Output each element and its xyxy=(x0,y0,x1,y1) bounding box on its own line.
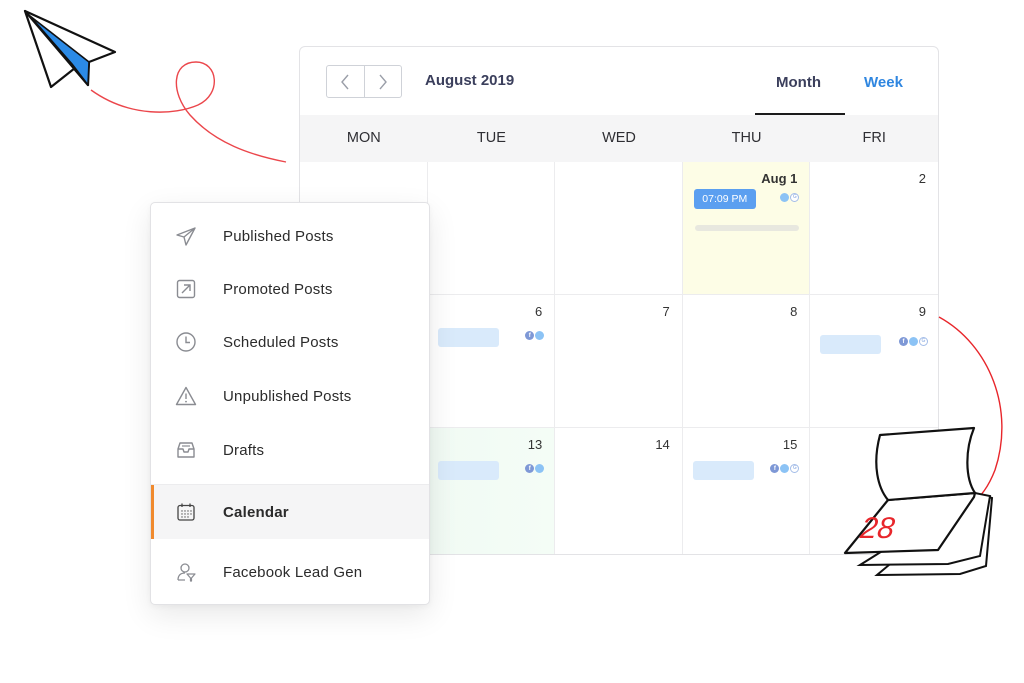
google-icon: G xyxy=(790,464,800,473)
day-number: 15 xyxy=(782,437,798,452)
scheduled-post-chip[interactable] xyxy=(437,461,499,480)
twitter-icon xyxy=(780,464,790,473)
scheduled-post-time-chip[interactable]: 07:09 PM xyxy=(693,189,756,209)
twitter-icon xyxy=(780,193,790,202)
paper-plane-icon xyxy=(174,224,198,248)
menu-item-calendar[interactable]: Calendar xyxy=(151,485,429,539)
calendar-day-cell[interactable]: 14 xyxy=(555,428,683,554)
menu-item-label: Promoted Posts xyxy=(223,280,333,298)
calendar-day-cell[interactable]: 7 xyxy=(555,295,683,427)
warning-icon xyxy=(174,384,198,408)
weekday-label: TUE xyxy=(476,130,506,146)
weekday-header: MON TUE WED THU FRI xyxy=(300,115,938,162)
calendar-day-cell[interactable] xyxy=(555,162,683,294)
day-number: 6 xyxy=(534,304,543,319)
twitter-icon xyxy=(535,331,545,340)
menu-item-label: Calendar xyxy=(223,503,289,521)
chevron-left-icon xyxy=(341,74,349,89)
twitter-icon xyxy=(535,464,545,473)
current-month-label: August 2019 xyxy=(425,72,515,89)
menu-item-published-posts[interactable]: Published Posts xyxy=(151,209,429,263)
day-number: 7 xyxy=(662,304,670,319)
facebook-icon: f xyxy=(525,331,535,340)
menu-item-facebook-lead-gen[interactable]: Facebook Lead Gen xyxy=(151,545,429,599)
post-network-icons: G xyxy=(780,193,800,202)
posts-menu: Published Posts Promoted Posts Scheduled P… xyxy=(150,202,430,605)
menu-item-promoted-posts[interactable]: Promoted Posts xyxy=(151,262,429,316)
arrow-up-right-box-icon xyxy=(174,277,198,301)
post-preview-placeholder xyxy=(694,225,799,231)
menu-item-label: Drafts xyxy=(223,441,265,459)
menu-item-unpublished-posts[interactable]: Unpublished Posts xyxy=(151,369,429,423)
chevron-right-icon xyxy=(379,74,387,89)
next-month-button[interactable] xyxy=(363,66,402,97)
weekday-label: WED xyxy=(602,130,636,146)
calendar-day-cell[interactable]: 15 f G xyxy=(683,428,811,554)
month-navigation xyxy=(326,65,402,98)
calendar-day-cell[interactable]: 6f xyxy=(428,295,556,427)
google-icon: G xyxy=(790,193,800,202)
menu-item-label: Facebook Lead Gen xyxy=(223,563,363,581)
tab-month[interactable]: Month xyxy=(776,74,821,91)
day-number: 8 xyxy=(790,304,798,319)
day-number: Aug 1 xyxy=(761,171,798,186)
calendar-icon xyxy=(174,500,198,524)
menu-item-label: Scheduled Posts xyxy=(223,333,339,351)
post-network-icons: fG xyxy=(770,464,800,473)
calendar-page-number: 28 xyxy=(858,512,897,545)
prev-month-button[interactable] xyxy=(327,66,364,97)
calendar-day-cell[interactable]: Aug 1 07:09 PM G xyxy=(682,162,811,294)
weekday-label: MON xyxy=(346,130,381,146)
calendar-day-cell[interactable] xyxy=(428,162,556,294)
menu-item-drafts[interactable]: Drafts xyxy=(151,423,429,477)
calendar-day-cell[interactable]: 13 f xyxy=(427,428,556,554)
scheduled-post-chip[interactable] xyxy=(437,328,499,347)
day-number: 14 xyxy=(655,437,670,452)
day-number: 13 xyxy=(527,437,543,452)
calendar-day-cell[interactable]: 2 xyxy=(810,162,938,294)
post-network-icons: f xyxy=(525,464,545,473)
facebook-icon: f xyxy=(770,464,780,473)
menu-item-scheduled-posts[interactable]: Scheduled Posts xyxy=(151,315,429,369)
weekday-label: FRI xyxy=(862,130,886,146)
menu-item-label: Published Posts xyxy=(223,227,334,245)
menu-item-label: Unpublished Posts xyxy=(223,387,352,405)
scheduled-post-chip[interactable] xyxy=(692,461,754,480)
calendar-day-cell[interactable]: 8 xyxy=(683,295,811,427)
day-number: 2 xyxy=(918,171,926,186)
facebook-icon: f xyxy=(525,464,535,473)
weekday-label: THU xyxy=(731,130,762,146)
tab-week[interactable]: Week xyxy=(864,74,903,91)
clock-icon xyxy=(174,330,198,354)
inbox-tray-icon xyxy=(174,438,198,462)
post-network-icons: f xyxy=(525,331,545,340)
paper-plane-illustration xyxy=(23,9,287,163)
tear-off-calendar-illustration: 28 xyxy=(843,316,1003,577)
user-funnel-icon xyxy=(174,560,198,584)
calendar-header: August 2019 Month Week xyxy=(300,47,938,115)
